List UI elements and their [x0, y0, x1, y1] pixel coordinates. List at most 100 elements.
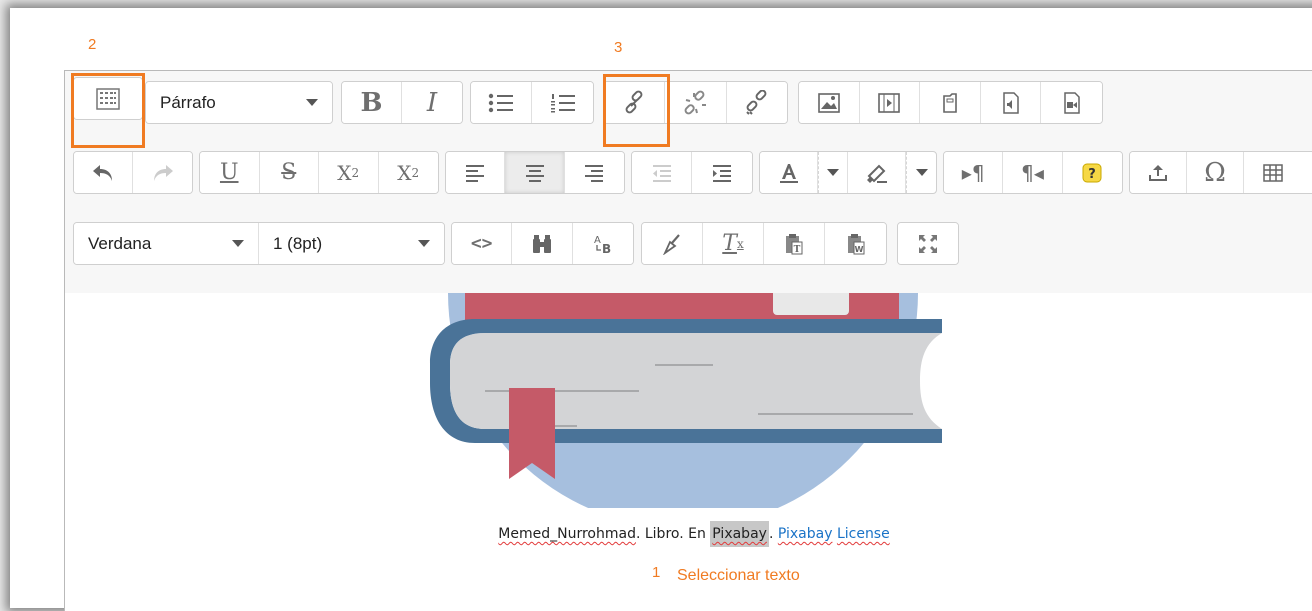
editor-content[interactable]: Memed_Nurrohmad. Libro. En Pixabay. Pixa… [65, 293, 1312, 611]
special-chars-button[interactable]: Ω [1187, 152, 1244, 193]
replace-button[interactable]: AB [572, 223, 633, 264]
align-right-button[interactable] [564, 152, 624, 193]
superscript-button[interactable]: X2 [378, 152, 438, 193]
record-audio-button[interactable] [980, 82, 1042, 123]
history-group [73, 151, 193, 194]
manage-files-button[interactable] [920, 82, 981, 123]
ltr-button[interactable]: ▸¶ [944, 152, 1004, 193]
chevron-down-icon [827, 169, 840, 176]
indent-button[interactable] [692, 152, 752, 193]
indent-icon [713, 164, 731, 182]
background-color-dropdown[interactable] [906, 152, 936, 193]
highlight-color-icon [866, 164, 887, 183]
table-button[interactable] [1244, 152, 1301, 193]
svg-text:W: W [854, 245, 863, 254]
fullscreen-button[interactable] [898, 223, 958, 264]
undo-button[interactable] [74, 152, 134, 193]
upload-icon [1149, 164, 1167, 181]
font-family-select[interactable]: Verdana [74, 223, 259, 264]
subscript-button[interactable]: X2 [319, 152, 379, 193]
text-style-group: B I [341, 81, 463, 124]
insert-group: Ω [1129, 151, 1312, 194]
text-decoration-group: U S X2 X2 [199, 151, 439, 194]
bullet-list-icon [488, 93, 513, 112]
background-color-button[interactable] [848, 152, 907, 193]
paste-word-icon: W [847, 233, 864, 254]
cleanup-group: Tx T W [641, 222, 887, 265]
find-button[interactable] [512, 223, 573, 264]
rtl-button[interactable]: ¶◂ [1003, 152, 1063, 193]
editor-toolbar: Párrafo B I U S X 2 X 2 ▸¶ ¶◂ ? Ω Verdan… [65, 71, 1312, 294]
annotation-1: 1 [652, 564, 661, 581]
redo-button[interactable] [133, 152, 192, 193]
audio-file-icon [1002, 91, 1019, 114]
undo-icon [93, 164, 112, 181]
window-frame: 2 3 Párrafo B I U S X 2 X 2 ▸¶ ¶◂ ? Ω Ve… [10, 8, 1312, 611]
film-icon [878, 92, 901, 113]
underline-button[interactable]: U [200, 152, 260, 193]
license-link-license[interactable]: License [837, 526, 890, 542]
italic-button[interactable]: I [402, 82, 462, 123]
svg-text:?: ? [1089, 167, 1097, 182]
media-group [798, 81, 1103, 124]
outdent-icon [652, 164, 671, 182]
chevron-down-icon [232, 240, 244, 247]
paste-text-icon: T [786, 233, 803, 255]
paste-word-button[interactable]: W [825, 223, 886, 264]
font-size-value: 1 (8pt) [273, 233, 323, 253]
numbered-list-icon [550, 93, 575, 112]
paste-text-button[interactable]: T [764, 223, 825, 264]
license-link-pixabay[interactable]: Pixabay [778, 526, 833, 542]
align-center-button[interactable] [505, 152, 565, 193]
align-center-icon [525, 164, 544, 182]
files-icon [943, 92, 957, 113]
format-select-value: Párrafo [160, 92, 216, 112]
strikethrough-button[interactable]: S [259, 152, 319, 193]
align-left-icon [466, 164, 485, 182]
image-caption: Memed_Nurrohmad. Libro. En Pixabay. Pixa… [65, 521, 1312, 547]
font-family-value: Verdana [88, 233, 152, 253]
color-group [759, 151, 937, 194]
svg-text:B: B [602, 242, 611, 256]
text-color-dropdown[interactable] [818, 152, 848, 193]
highlight-box-2 [71, 73, 145, 148]
font-group: Verdana 1 (8pt) [73, 222, 445, 265]
outdent-button[interactable] [632, 152, 693, 193]
upload-button[interactable] [1130, 152, 1187, 193]
code-group: <> AB [451, 222, 634, 265]
anchor-button[interactable] [726, 82, 787, 123]
selected-text[interactable]: Pixabay [710, 521, 769, 547]
bold-button[interactable]: B [342, 82, 403, 123]
record-video-button[interactable] [1041, 82, 1102, 123]
text-color-button[interactable] [760, 152, 819, 193]
table-icon [1262, 163, 1283, 182]
text-color-icon [779, 163, 798, 183]
accessibility-check-button[interactable] [642, 223, 703, 264]
equation-button[interactable]: ? [1062, 152, 1122, 193]
chevron-down-icon [915, 169, 928, 176]
numbered-list-button[interactable] [532, 82, 593, 123]
format-select[interactable]: Párrafo [145, 81, 333, 124]
unlink-button[interactable] [665, 82, 727, 123]
annotation-1-label: Seleccionar texto [677, 567, 800, 584]
help-icon: ? [1082, 163, 1102, 182]
video-file-icon [1063, 91, 1080, 114]
chevron-down-icon [418, 240, 430, 247]
clear-formatting-button[interactable]: Tx [703, 223, 764, 264]
html-button[interactable]: <> [452, 223, 513, 264]
media-button[interactable] [859, 82, 921, 123]
list-group [470, 81, 594, 124]
align-left-button[interactable] [446, 152, 506, 193]
image-icon [817, 92, 840, 113]
expand-icon [919, 234, 937, 253]
bullet-list-button[interactable] [471, 82, 533, 123]
broom-icon [663, 233, 680, 255]
caption-text: . Libro. En [635, 526, 711, 542]
chevron-down-icon [306, 99, 318, 106]
font-size-select[interactable]: 1 (8pt) [259, 223, 444, 264]
align-right-icon [585, 164, 604, 182]
caption-author: Memed_Nurrohmad [498, 526, 636, 542]
direction-group: ▸¶ ¶◂ ? [943, 151, 1123, 194]
image-button[interactable] [799, 82, 860, 123]
indent-group [631, 151, 753, 194]
